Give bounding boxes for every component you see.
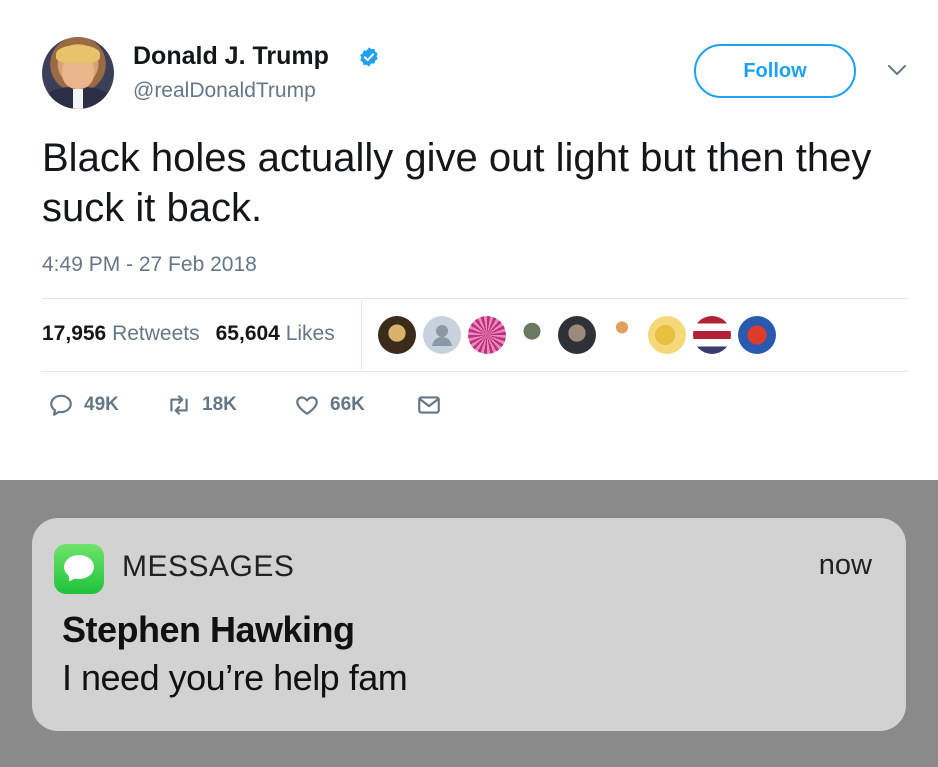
retweets-label: Retweets: [112, 322, 200, 345]
reply-count: 49K: [84, 394, 119, 415]
stats-separator: [361, 300, 362, 370]
liker-avatar[interactable]: [648, 316, 686, 354]
tweet-text: Black holes actually give out light but …: [42, 136, 872, 230]
liker-avatar[interactable]: [378, 316, 416, 354]
retweets-stat[interactable]: 17,956 Retweets: [42, 322, 200, 346]
notification-sender: Stephen Hawking: [62, 609, 355, 650]
divider: [42, 371, 908, 372]
likes-count: 65,604: [215, 322, 280, 345]
retweet-button[interactable]: 18K: [166, 392, 237, 418]
heart-icon: [296, 396, 318, 415]
notification-app-name: MESSAGES: [122, 550, 295, 583]
avatar-shirt: [73, 89, 83, 109]
retweet-icon: [170, 395, 188, 415]
liker-avatar[interactable]: [423, 316, 461, 354]
like-button[interactable]: 66K: [294, 392, 365, 418]
verified-badge-icon: [360, 47, 378, 67]
tweet-stats: 17,956 Retweets 65,604 Likes: [42, 322, 335, 346]
like-count: 66K: [330, 394, 365, 415]
reply-button[interactable]: 49K: [48, 392, 119, 418]
liker-avatar[interactable]: [513, 316, 551, 354]
notification-message: I need you’re help fam: [62, 657, 408, 698]
message-notification[interactable]: MESSAGES now Stephen Hawking I need you’…: [32, 518, 906, 731]
liker-avatar[interactable]: [558, 316, 596, 354]
avatar-hair: [56, 45, 100, 63]
likes-stat[interactable]: 65,604 Likes: [216, 322, 335, 346]
notification-time: now: [818, 549, 872, 581]
reply-icon: [50, 394, 72, 416]
direct-message-button[interactable]: [416, 392, 442, 418]
tweet-timestamp[interactable]: 4:49 PM - 27 Feb 2018: [42, 253, 257, 277]
liker-avatar[interactable]: [468, 316, 506, 354]
user-handle[interactable]: @realDonaldTrump: [133, 79, 316, 103]
retweets-count: 17,956: [42, 322, 107, 345]
liker-avatar[interactable]: [603, 316, 641, 354]
display-name[interactable]: Donald J. Trump: [133, 42, 329, 71]
follow-button[interactable]: Follow: [694, 44, 856, 98]
tweet-card: Donald J. Trump @realDonaldTrump Follow …: [0, 0, 938, 480]
liker-avatar[interactable]: [693, 316, 731, 354]
likes-label: Likes: [285, 322, 335, 345]
default-avatar-icon: [432, 325, 452, 346]
liker-avatar[interactable]: [738, 316, 776, 354]
divider: [42, 298, 908, 299]
envelope-icon: [418, 396, 440, 414]
chevron-down-icon[interactable]: [886, 62, 908, 78]
retweet-count: 18K: [202, 394, 237, 415]
messages-app-icon: [54, 544, 104, 594]
profile-avatar[interactable]: [42, 37, 114, 109]
